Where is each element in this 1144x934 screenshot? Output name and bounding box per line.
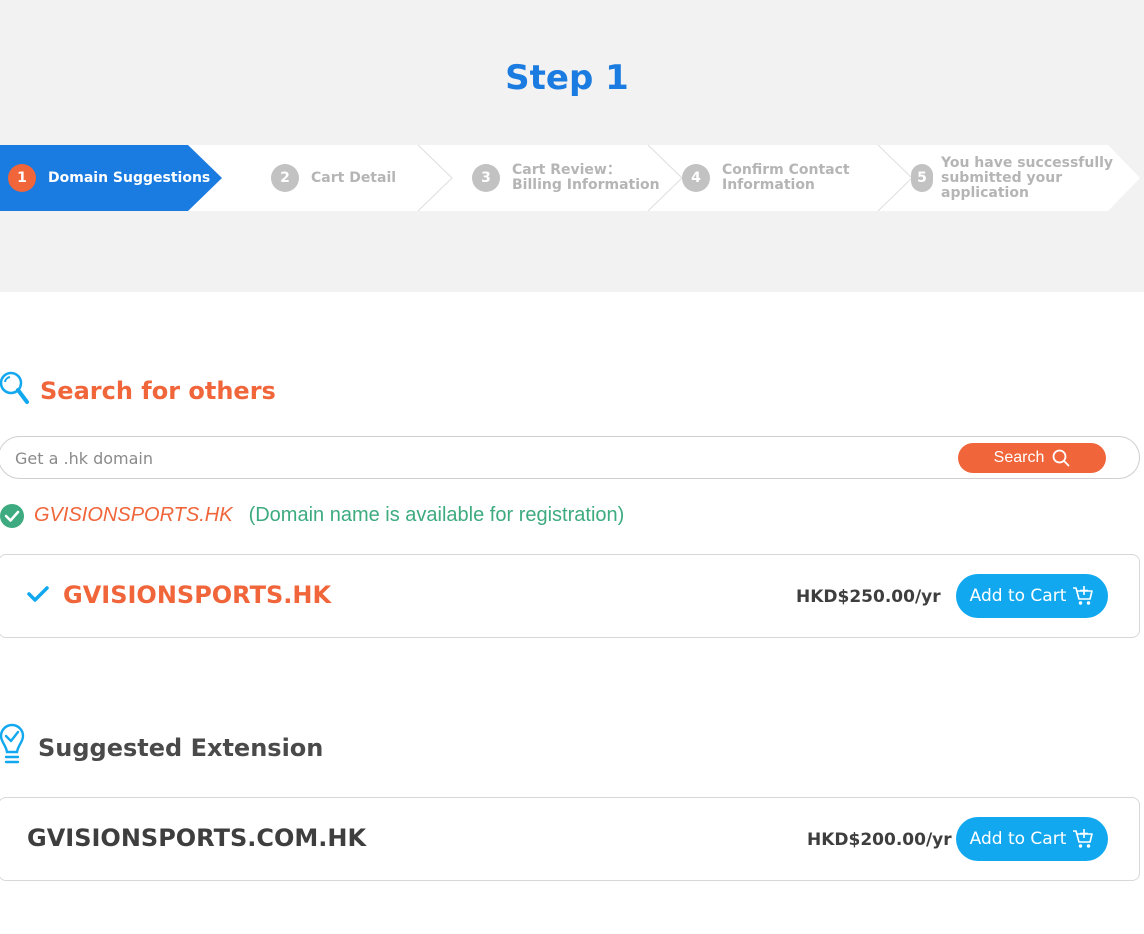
progress-stepper: 1 Domain Suggestions 2 Cart Detail 3 Car…: [0, 145, 1144, 211]
suggested-section-title: Suggested Extension: [38, 733, 324, 762]
add-to-cart-label: Add to Cart: [969, 586, 1067, 606]
step-label: Cart Review： Billing Information: [512, 162, 660, 193]
step-cart-detail[interactable]: 2 Cart Detail: [271, 145, 396, 211]
cart-icon: [1073, 586, 1094, 605]
availability-message: (Domain name is available for registrati…: [248, 503, 625, 526]
result-domain-name: GVISIONSPORTS.HK: [63, 581, 332, 609]
step-cart-review[interactable]: 3 Cart Review： Billing Information: [472, 145, 660, 211]
result-price: HKD$250.00/yr: [796, 587, 941, 607]
domain-result-row: GVISIONSPORTS.HK HKD$250.00/yr Add to Ca…: [0, 554, 1140, 638]
search-button-label: Search: [993, 449, 1045, 466]
step-number: 4: [682, 164, 710, 192]
search-section-title: Search for others: [40, 376, 276, 405]
step-domain-suggestions[interactable]: 1 Domain Suggestions: [8, 145, 210, 211]
checkmark-icon: [27, 586, 49, 602]
step-number: 5: [911, 164, 933, 192]
cart-icon: [1073, 829, 1094, 848]
step-label: Domain Suggestions: [48, 169, 211, 186]
availability-status: GVISIONSPORTS.HK (Domain name is availab…: [0, 502, 624, 528]
step-number: 1: [8, 164, 36, 192]
header-band: Step 1 1 Domain Suggestions 2 Cart Detai…: [0, 0, 1144, 292]
step-label: Cart Detail: [311, 169, 397, 186]
available-domain-name: GVISIONSPORTS.HK: [34, 503, 233, 526]
domain-search-bar: Search: [0, 436, 1140, 479]
step-label: You have successfully submitted your app…: [941, 154, 1114, 201]
suggested-domain-price: HKD$200.00/yr: [807, 830, 952, 850]
step-label: Confirm Contact Information: [722, 162, 850, 193]
domain-search-input[interactable]: [15, 445, 915, 471]
lightbulb-check-icon: [0, 722, 28, 773]
add-to-cart-button[interactable]: Add to Cart: [956, 574, 1108, 618]
check-circle-icon: [0, 504, 24, 528]
search-section-heading: Search for others: [0, 370, 276, 411]
suggested-domain-name: GVISIONSPORTS.COM.HK: [27, 824, 367, 852]
magnifier-icon: [0, 370, 30, 411]
step-submitted[interactable]: 5 You have successfully submitted your a…: [911, 145, 1113, 211]
search-button[interactable]: Search: [958, 443, 1106, 473]
add-to-cart-label: Add to Cart: [969, 829, 1067, 849]
search-icon: [1052, 449, 1070, 467]
step-confirm-contact[interactable]: 4 Confirm Contact Information: [682, 145, 850, 211]
suggested-domain-row: GVISIONSPORTS.COM.HK HKD$200.00/yr Add t…: [0, 797, 1140, 881]
step-number: 2: [271, 164, 299, 192]
suggested-section-heading: Suggested Extension: [0, 722, 323, 773]
page-title: Step 1: [505, 58, 629, 98]
add-to-cart-button[interactable]: Add to Cart: [956, 817, 1108, 861]
step-number: 3: [472, 164, 500, 192]
